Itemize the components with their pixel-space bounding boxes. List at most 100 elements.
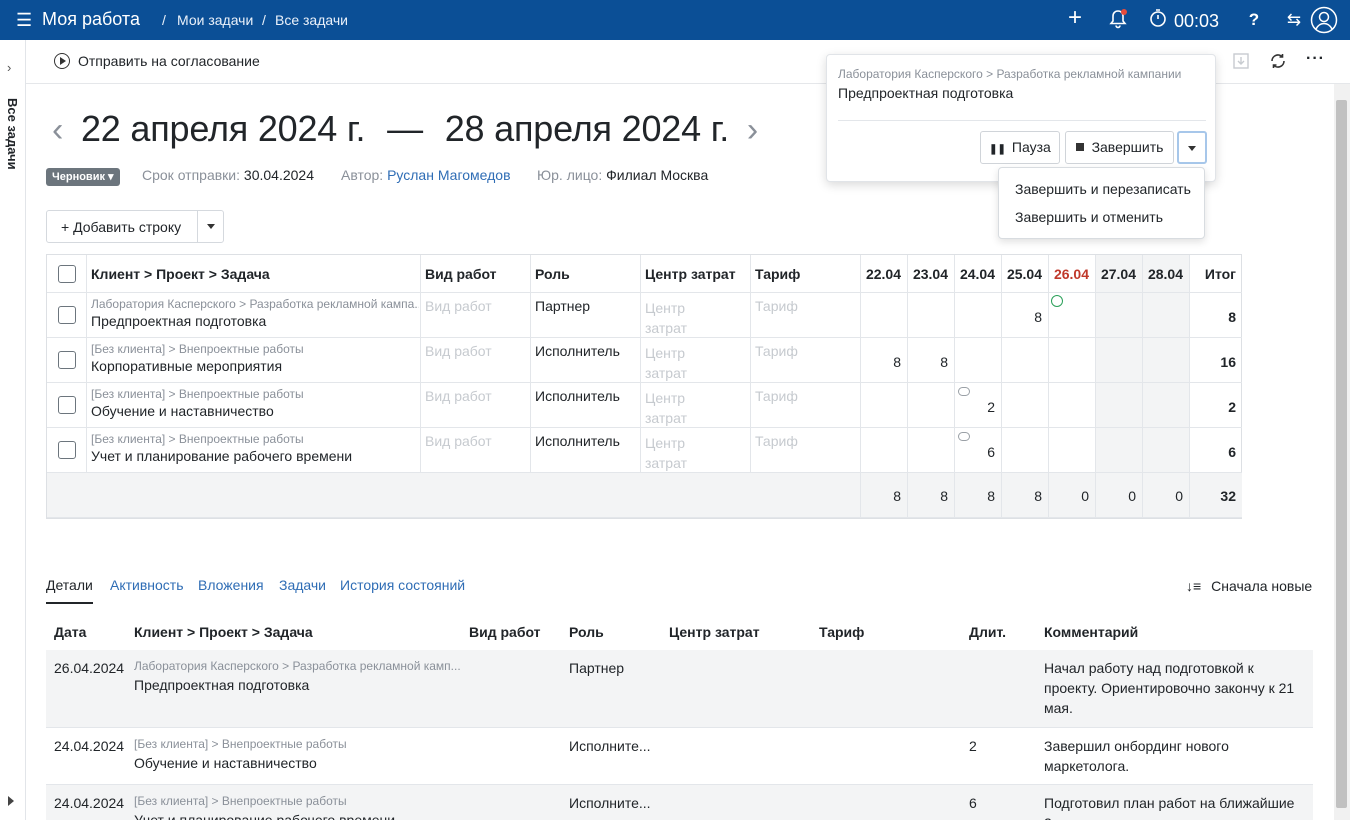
row-work-type-cell[interactable]: Вид работ [421,428,531,473]
row-task-cell[interactable]: [Без клиента] > Внепроектные работы Обуче… [87,383,421,428]
row-tariff-cell[interactable]: Тариф [751,338,861,383]
row-task-cell[interactable]: [Без клиента] > Внепроектные работы Учет … [87,428,421,473]
row-hours-cell[interactable] [1143,338,1190,383]
details-row[interactable]: 24.04.2024 [Без клиента] > Внепроектные р… [46,785,1313,820]
timer-value[interactable]: 00:03 [1174,9,1219,33]
row-hours-cell[interactable] [1049,338,1096,383]
header-work-type[interactable]: Вид работ [421,255,531,293]
refresh-icon[interactable] [1269,52,1287,73]
row-checkbox[interactable] [58,306,76,324]
row-hours-cell[interactable]: 8 [908,338,955,383]
tab-activity[interactable]: Активность [110,577,184,593]
header-cost-center[interactable]: Центр затрат [641,255,751,293]
page-scrollbar[interactable] [1334,84,1350,820]
comment-bubble-icon[interactable] [958,432,970,441]
finish-dropdown-toggle[interactable] [1177,131,1207,164]
header-task[interactable]: Клиент > Проект > Задача [87,255,421,293]
row-tariff-cell[interactable]: Тариф [751,293,861,338]
row-cost-center-cell[interactable]: Центр затрат [641,428,751,473]
menu-item-finish-and-cancel[interactable]: Завершить и отменить [1015,209,1163,225]
row-cost-center-cell[interactable]: Центр затрат [641,338,751,383]
tab-status-history[interactable]: История состояний [340,577,465,593]
more-options-icon[interactable]: ··· [1306,50,1325,68]
details-row[interactable]: 26.04.2024 Лаборатория Касперского > Разр… [46,650,1313,728]
row-hours-cell[interactable] [1002,338,1049,383]
row-cost-center-cell[interactable]: Центр затрат [641,383,751,428]
user-avatar-icon[interactable] [1310,6,1338,34]
add-icon[interactable]: + [1064,6,1086,30]
comment-bubble-icon[interactable] [958,387,970,396]
expand-chevron-icon[interactable]: › [7,60,11,75]
row-work-type-cell[interactable]: Вид работ [421,383,531,428]
legal-entity-label: Юр. лицо: [537,167,603,183]
row-task-cell[interactable]: Лаборатория Касперского > Разработка рек… [87,293,421,338]
row-hours-cell[interactable] [1096,338,1143,383]
help-icon[interactable]: ? [1246,8,1262,32]
stopwatch-icon[interactable] [1148,8,1168,32]
send-for-approval-button[interactable]: Отправить на согласование [54,53,260,69]
prev-week-chevron-icon[interactable]: ‹ [52,111,63,149]
finish-button[interactable]: Завершить [1065,131,1174,164]
row-role-cell[interactable]: Партнер [531,293,641,338]
row-hours-cell[interactable] [861,383,908,428]
period-dash: — [387,108,423,149]
row-task-name: Обучение и наставничество [91,403,274,419]
row-hours-cell[interactable] [908,293,955,338]
row-tariff-cell[interactable]: Тариф [751,383,861,428]
scrollbar-thumb[interactable] [1336,100,1347,808]
add-row-dropdown-caret-icon[interactable] [207,224,215,229]
row-work-type-cell[interactable]: Вид работ [421,338,531,383]
sort-control[interactable]: ↓≡ Сначала новые [1186,578,1312,594]
row-work-type-cell[interactable]: Вид работ [421,293,531,338]
switch-arrows-icon[interactable]: ⇆ [1284,8,1304,32]
row-cost-center-cell[interactable]: Центр затрат [641,293,751,338]
author-link[interactable]: Руслан Магомедов [387,167,510,183]
row-hours-cell[interactable] [908,383,955,428]
row-hours-cell[interactable]: 8 [1002,293,1049,338]
row-hours-cell[interactable] [1143,383,1190,428]
hamburger-menu-icon[interactable]: ☰ [16,11,32,29]
row-hours-cell[interactable] [1096,428,1143,473]
row-hours-cell[interactable] [1002,428,1049,473]
row-hours-cell[interactable] [1002,383,1049,428]
row-hours-cell[interactable]: 8 [861,338,908,383]
row-hours-cell[interactable] [908,428,955,473]
all-tasks-rail-label[interactable]: Все задачи [5,98,20,170]
header-tariff[interactable]: Тариф [751,255,861,293]
notifications-bell-icon[interactable] [1106,8,1130,32]
tab-tasks[interactable]: Задачи [279,577,326,593]
menu-item-finish-and-overwrite[interactable]: Завершить и перезаписать [1015,181,1191,197]
row-hours-cell[interactable] [955,293,1002,338]
row-hours-cell[interactable] [1096,383,1143,428]
next-week-chevron-icon[interactable]: › [747,111,758,149]
header-role[interactable]: Роль [531,255,641,293]
row-hours-cell[interactable] [955,338,1002,383]
row-role-cell[interactable]: Исполнитель [531,428,641,473]
row-hours-cell[interactable] [1049,383,1096,428]
add-row-button[interactable]: + Добавить строку [46,210,224,243]
row-checkbox[interactable] [58,441,76,459]
play-icon[interactable] [8,796,14,806]
row-checkbox[interactable] [58,351,76,369]
row-role-cell[interactable]: Исполнитель [531,383,641,428]
tab-details[interactable]: Детали [46,577,93,593]
row-hours-cell[interactable] [861,428,908,473]
select-all-checkbox[interactable] [58,265,76,283]
breadcrumb-all-tasks[interactable]: Все задачи [275,12,348,28]
download-icon[interactable] [1232,52,1250,73]
row-role-cell[interactable]: Исполнитель [531,338,641,383]
row-hours-cell[interactable] [1096,293,1143,338]
pause-button[interactable]: ❚❚ Пауза [980,131,1060,164]
row-hours-cell[interactable] [1049,428,1096,473]
row-hours-cell[interactable] [861,293,908,338]
status-badge[interactable]: Черновик ▾ [46,168,120,186]
details-row[interactable]: 24.04.2024 [Без клиента] > Внепроектные р… [46,728,1313,785]
app-title[interactable]: Моя работа [42,9,140,30]
row-tariff-cell[interactable]: Тариф [751,428,861,473]
row-task-cell[interactable]: [Без клиента] > Внепроектные работы Корпо… [87,338,421,383]
row-hours-cell[interactable] [1143,293,1190,338]
row-checkbox[interactable] [58,396,76,414]
row-hours-cell[interactable] [1143,428,1190,473]
tab-attachments[interactable]: Вложения [198,577,264,593]
breadcrumb-my-tasks[interactable]: Мои задачи [177,12,253,28]
